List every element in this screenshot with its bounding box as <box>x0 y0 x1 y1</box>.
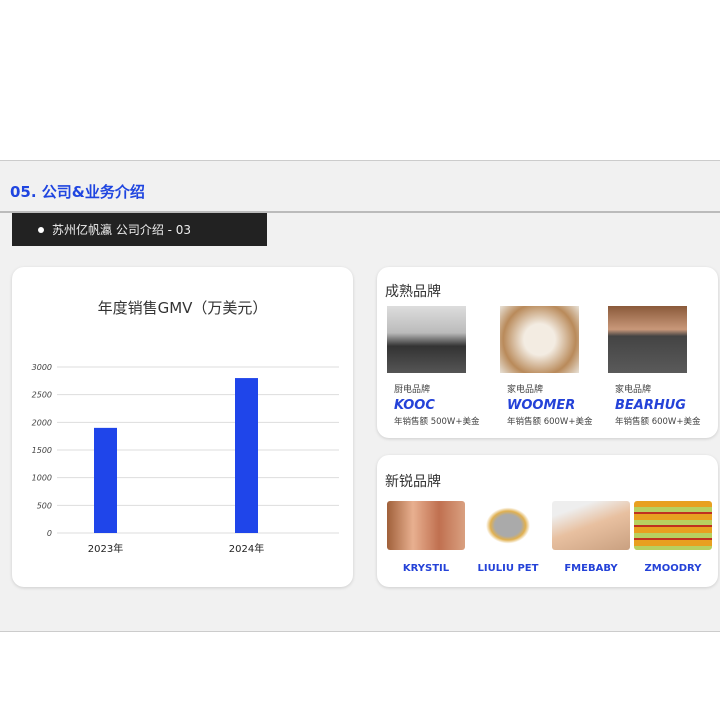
y-tick-label: 1500 <box>32 446 52 455</box>
y-tick-label: 2500 <box>32 391 52 400</box>
mature-brands-card: 成熟品牌 厨电品牌 KOOC 年销售额 500W+美金 家电品牌 WOOMER … <box>377 267 718 438</box>
woomer-image <box>500 306 579 373</box>
gmv-chart-card: 年度销售GMV（万美元） 0 500 1000 1500 2000 2500 3000 202… <box>12 267 353 587</box>
bullet-icon <box>38 226 44 233</box>
y-tick-label: 500 <box>37 501 52 510</box>
brand-name: BEARHUG <box>615 398 686 413</box>
emerging-brands-card: 新锐品牌 KRYSTIL LIULIU PET FMEBABY ZMOODRY <box>377 455 718 587</box>
brand-card-krystil[interactable]: KRYSTIL <box>387 501 465 574</box>
y-tick-label: 3000 <box>32 363 52 372</box>
x-tick-label: 2023年 <box>88 542 123 555</box>
brand-category: 家电品牌 <box>507 385 544 395</box>
brand-card-fmebaby[interactable]: FMEBABY <box>552 501 630 574</box>
brand-card-zmoodry[interactable]: ZMOODRY <box>634 501 712 574</box>
brand-card-bearhug[interactable]: 家电品牌 BEARHUG 年销售额 600W+美金 <box>608 306 700 427</box>
page-title: 05. 公司&业务介绍 <box>10 183 145 201</box>
zmoodry-image <box>634 501 712 550</box>
y-tick-label: 2000 <box>32 418 52 427</box>
kooc-image <box>387 306 466 373</box>
section-tag-label: 苏州亿帆瀛 公司介绍 - 03 <box>52 223 192 237</box>
brand-card-liuliu-pet[interactable]: LIULIU PET <box>469 501 547 574</box>
y-tick-label: 1000 <box>32 474 52 483</box>
gmv-chart: 0 500 1000 1500 2000 2500 3000 2023年 2024年 <box>32 363 339 555</box>
brand-name: LIULIU PET <box>477 563 539 574</box>
brand-sales: 年销售额 600W+美金 <box>615 417 701 427</box>
brand-card-woomer[interactable]: 家电品牌 WOOMER 年销售额 600W+美金 <box>500 306 592 427</box>
brand-category: 厨电品牌 <box>394 385 431 395</box>
brand-card-kooc[interactable]: 厨电品牌 KOOC 年销售额 500W+美金 <box>387 306 479 427</box>
krystil-image <box>387 501 465 550</box>
mature-brands-title: 成熟品牌 <box>385 284 441 300</box>
bar-2024年 <box>235 378 258 533</box>
bearhug-image <box>608 306 687 373</box>
brand-name: WOOMER <box>507 398 576 413</box>
section-tag: 苏州亿帆瀛 公司介绍 - 03 <box>12 213 267 246</box>
emerging-brands-title: 新锐品牌 <box>385 474 441 490</box>
x-tick-label: 2024年 <box>229 542 264 555</box>
brand-name: KRYSTIL <box>402 563 450 574</box>
brand-name: KOOC <box>394 398 435 413</box>
bar-2023年 <box>94 427 117 533</box>
brand-category: 家电品牌 <box>615 385 652 395</box>
y-tick-label: 0 <box>47 529 52 538</box>
brand-name: ZMOODRY <box>644 563 702 574</box>
brand-sales: 年销售额 600W+美金 <box>507 417 593 427</box>
fmebaby-image <box>552 501 630 550</box>
brand-name: FMEBABY <box>564 563 618 574</box>
liuliu-pet-image <box>469 501 547 550</box>
brand-sales: 年销售额 500W+美金 <box>394 417 480 427</box>
